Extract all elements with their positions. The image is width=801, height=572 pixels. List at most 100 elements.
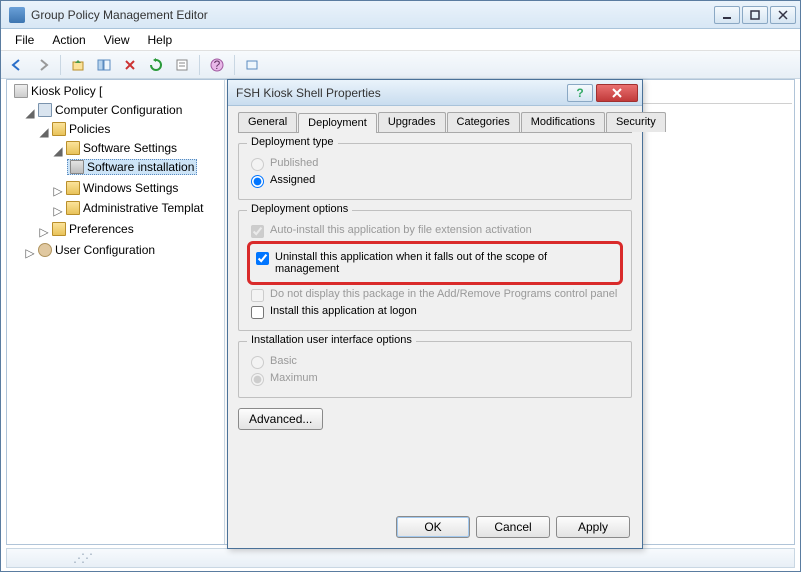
- help-button[interactable]: ?: [205, 54, 229, 76]
- checkbox-label: Install this application at logon: [270, 305, 417, 317]
- tab-general[interactable]: General: [238, 112, 297, 132]
- properties-button[interactable]: [170, 54, 194, 76]
- dialog-title: FSH Kiosk Shell Properties: [236, 86, 567, 100]
- radio-label: Published: [270, 157, 318, 169]
- forward-button[interactable]: [31, 54, 55, 76]
- tab-deployment[interactable]: Deployment: [298, 113, 377, 133]
- radio-label: Assigned: [270, 174, 315, 186]
- dialog-body: General Deployment Upgrades Categories M…: [228, 106, 642, 440]
- checkbox-label: Auto-install this application by file ex…: [270, 224, 532, 236]
- advanced-button[interactable]: Advanced...: [238, 408, 323, 430]
- tab-modifications[interactable]: Modifications: [521, 112, 605, 132]
- toolbar-separator: [234, 55, 235, 75]
- uninstall-checkbox[interactable]: [256, 252, 269, 265]
- toolbar-separator: [60, 55, 61, 75]
- app-icon: [9, 7, 25, 23]
- dialog-footer: OK Cancel Apply: [396, 516, 630, 538]
- dialog-help-button[interactable]: ?: [567, 84, 593, 102]
- toggle-icon[interactable]: ▷: [25, 246, 35, 260]
- assigned-radio[interactable]: [251, 175, 264, 188]
- tab-strip: General Deployment Upgrades Categories M…: [238, 112, 632, 133]
- window-title: Group Policy Management Editor: [31, 8, 714, 22]
- tree-software-settings[interactable]: Software Settings: [63, 140, 180, 156]
- check-uninstall[interactable]: Uninstall this application when it falls…: [256, 251, 614, 275]
- statusbar-grip: ⋰⋰: [73, 551, 89, 565]
- menu-help[interactable]: Help: [140, 31, 181, 49]
- checkbox-label: Uninstall this application when it falls…: [275, 251, 614, 275]
- radio-maximum: Maximum: [251, 372, 619, 386]
- toggle-icon[interactable]: ◢: [39, 125, 49, 139]
- toggle-icon[interactable]: ▷: [53, 204, 63, 218]
- statusbar: ⋰⋰: [6, 548, 795, 568]
- dialog-close-button[interactable]: [596, 84, 638, 102]
- cancel-button[interactable]: Cancel: [476, 516, 550, 538]
- back-button[interactable]: [5, 54, 29, 76]
- radio-basic: Basic: [251, 355, 619, 369]
- nodisplay-checkbox: [251, 289, 264, 302]
- menu-action[interactable]: Action: [44, 31, 93, 49]
- radio-label: Basic: [270, 355, 297, 367]
- tree-label: Computer Configuration: [55, 103, 182, 117]
- dialog-titlebar: FSH Kiosk Shell Properties ?: [228, 80, 642, 106]
- tree-windows-settings[interactable]: Windows Settings: [63, 180, 181, 196]
- svg-text:?: ?: [214, 58, 221, 72]
- tree-label: Windows Settings: [83, 181, 178, 195]
- radio-label: Maximum: [270, 372, 318, 384]
- ok-button[interactable]: OK: [396, 516, 470, 538]
- published-radio: [251, 158, 264, 171]
- menu-view[interactable]: View: [96, 31, 138, 49]
- tree-label: Preferences: [69, 222, 134, 236]
- check-autoinstall: Auto-install this application by file ex…: [251, 224, 619, 238]
- folder-icon: [66, 201, 80, 215]
- menu-file[interactable]: File: [7, 31, 42, 49]
- toolbar: ?: [1, 51, 800, 79]
- tree-software-installation[interactable]: Software installation: [67, 159, 197, 175]
- tree-policies[interactable]: Policies: [49, 121, 113, 137]
- tree-label: Software installation: [87, 160, 194, 174]
- main-window: { "window": { "title": "Group Policy Man…: [0, 0, 801, 572]
- delete-button[interactable]: [118, 54, 142, 76]
- tree-admin-templates[interactable]: Administrative Templat: [63, 200, 207, 216]
- computer-icon: [38, 103, 52, 117]
- maximize-button[interactable]: [742, 6, 768, 24]
- deployment-type-group: Deployment type Published Assigned: [238, 143, 632, 200]
- tree-root[interactable]: Kiosk Policy [: [11, 83, 105, 99]
- extra-button[interactable]: [240, 54, 264, 76]
- group-legend: Deployment options: [247, 203, 352, 215]
- tab-security[interactable]: Security: [606, 112, 666, 132]
- tree-computer-config[interactable]: Computer Configuration: [35, 102, 185, 118]
- up-button[interactable]: [66, 54, 90, 76]
- tree-pane[interactable]: Kiosk Policy [ ◢ Computer Configuration ◢…: [7, 80, 225, 544]
- refresh-button[interactable]: [144, 54, 168, 76]
- radio-assigned[interactable]: Assigned: [251, 174, 619, 188]
- folder-icon: [52, 122, 66, 136]
- tab-upgrades[interactable]: Upgrades: [378, 112, 446, 132]
- apply-button[interactable]: Apply: [556, 516, 630, 538]
- check-logon[interactable]: Install this application at logon: [251, 305, 619, 319]
- tree-user-config[interactable]: User Configuration: [35, 242, 158, 258]
- group-legend: Deployment type: [247, 136, 338, 148]
- minimize-button[interactable]: [714, 6, 740, 24]
- tree-preferences[interactable]: Preferences: [49, 221, 137, 237]
- policy-icon: [14, 84, 28, 98]
- toggle-icon[interactable]: ◢: [53, 144, 63, 158]
- autoinstall-checkbox: [251, 225, 264, 238]
- group-legend: Installation user interface options: [247, 334, 416, 346]
- close-button[interactable]: [770, 6, 796, 24]
- toggle-icon[interactable]: ▷: [53, 184, 63, 198]
- ui-options-group: Installation user interface options Basi…: [238, 341, 632, 398]
- menubar: File Action View Help: [1, 29, 800, 51]
- titlebar: Group Policy Management Editor: [1, 1, 800, 29]
- basic-radio: [251, 356, 264, 369]
- toggle-icon[interactable]: ▷: [39, 225, 49, 239]
- tab-categories[interactable]: Categories: [447, 112, 520, 132]
- toggle-icon[interactable]: ◢: [25, 106, 35, 120]
- check-nodisplay: Do not display this package in the Add/R…: [251, 288, 619, 302]
- properties-dialog: FSH Kiosk Shell Properties ? General Dep…: [227, 79, 643, 549]
- show-hide-tree-button[interactable]: [92, 54, 116, 76]
- logon-checkbox[interactable]: [251, 306, 264, 319]
- folder-icon: [66, 141, 80, 155]
- radio-published: Published: [251, 157, 619, 171]
- user-icon: [38, 243, 52, 257]
- tree-root-label: Kiosk Policy [: [31, 84, 102, 98]
